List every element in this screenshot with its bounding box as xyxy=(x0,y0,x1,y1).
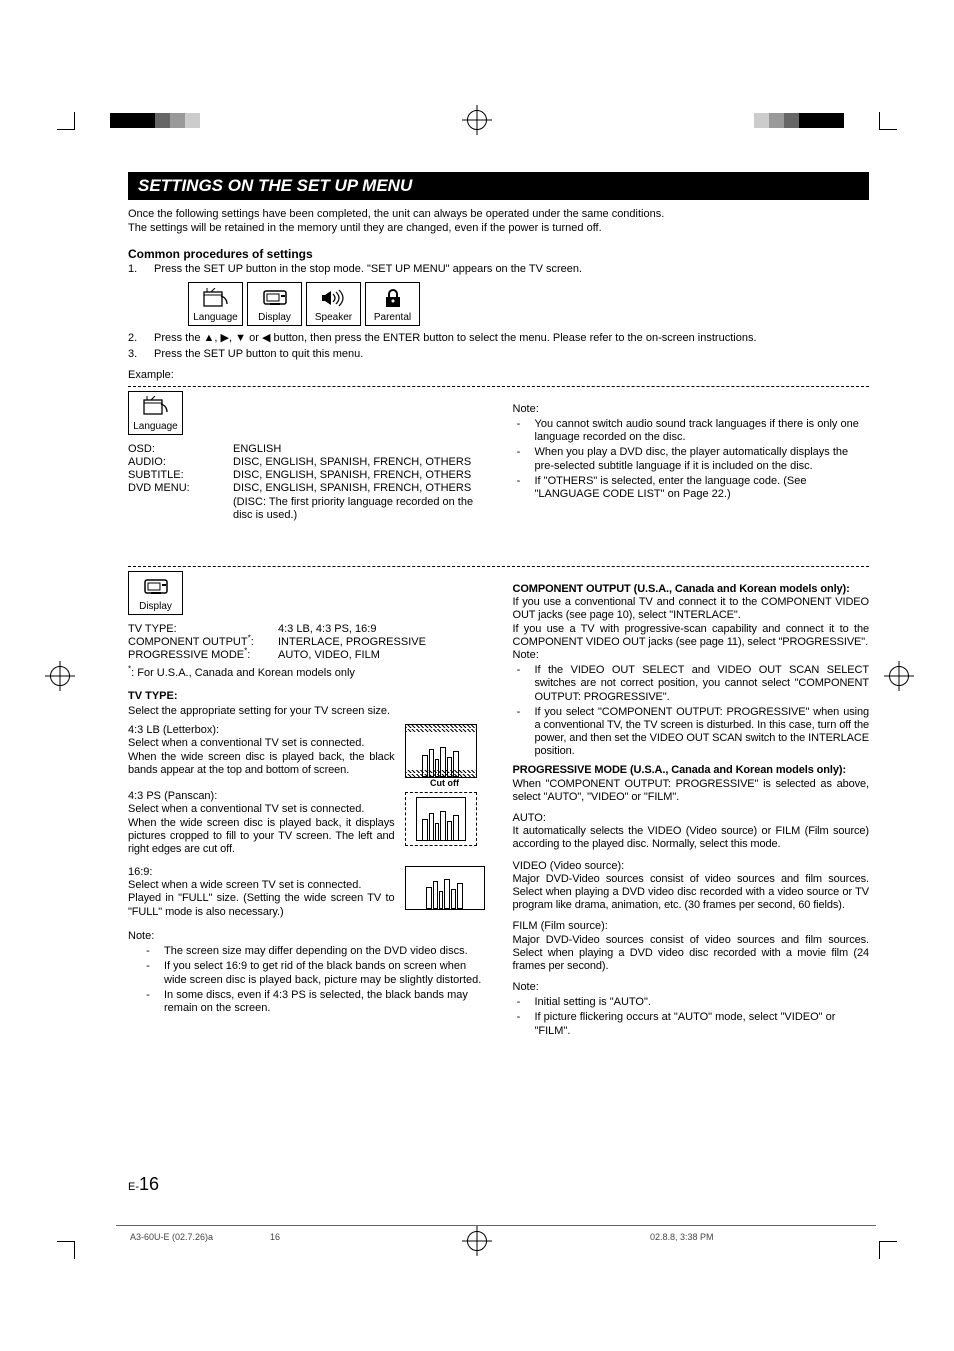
step-item: 1.Press the SET UP button in the stop mo… xyxy=(128,263,869,276)
widescreen-illustration xyxy=(405,866,485,922)
note-item: In some discs, even if 4:3 PS is selecte… xyxy=(164,989,485,1015)
body-text: Major DVD-Video sources consist of video… xyxy=(513,934,870,974)
note-list: The screen size may differ depending on … xyxy=(128,945,485,1015)
kv-row: TV TYPE:4:3 LB, 4:3 PS, 16:9 xyxy=(128,623,485,636)
kv-row: COMPONENT OUTPUT*:INTERLACE, PROGRESSIVE xyxy=(128,636,485,649)
tv-type-subtext: Select the appropriate setting for your … xyxy=(128,705,485,718)
kv-row: PROGRESSIVE MODE*:AUTO, VIDEO, FILM xyxy=(128,649,485,662)
box-label: Language xyxy=(133,421,178,433)
speaker-menu-icon: Speaker xyxy=(306,282,361,326)
panscan-illustration: Cut off xyxy=(405,790,485,846)
display-icon-box: Display xyxy=(128,571,183,615)
note-item: If "OTHERS" is selected, enter the langu… xyxy=(535,475,870,501)
kv-row: OSD:ENGLISH xyxy=(128,443,485,456)
auto-heading: AUTO: xyxy=(513,812,870,825)
tv-type-heading: TV TYPE: xyxy=(128,690,485,703)
note-item: You cannot switch audio sound track lang… xyxy=(535,418,870,444)
body-text: If you use a conventional TV and connect… xyxy=(513,596,870,622)
intro-text: Once the following settings have been co… xyxy=(128,208,869,234)
example-label: Example: xyxy=(128,369,869,382)
menu-label: Language xyxy=(193,312,238,324)
registration-mark-icon xyxy=(467,110,487,130)
video-heading: VIDEO (Video source): xyxy=(513,860,870,873)
note-heading: Note: xyxy=(513,403,870,416)
w169-text: Select when a wide screen TV set is conn… xyxy=(128,879,395,892)
menu-label: Parental xyxy=(374,312,411,324)
kv-row: AUDIO:DISC, ENGLISH, SPANISH, FRENCH, OT… xyxy=(128,456,485,469)
cutoff-label: Cut off xyxy=(405,778,485,789)
progressive-mode-heading: PROGRESSIVE MODE (U.S.A., Canada and Kor… xyxy=(513,764,870,777)
crop-marks-top xyxy=(0,100,954,140)
body-text: It automatically selects the VIDEO (Vide… xyxy=(513,825,870,851)
note-item: If picture flickering occurs at "AUTO" m… xyxy=(535,1011,870,1037)
body-text: Major DVD-Video sources consist of video… xyxy=(513,873,870,913)
registration-mark-icon xyxy=(50,666,70,686)
menu-label: Display xyxy=(258,312,291,324)
page-title: SETTINGS ON THE SET UP MENU xyxy=(128,172,869,200)
menu-label: Speaker xyxy=(315,312,352,324)
note-heading: Note: xyxy=(513,981,870,994)
film-heading: FILM (Film source): xyxy=(513,920,870,933)
ps-text: When the wide screen disc is played back… xyxy=(128,817,395,857)
menu-icons-row: Language Display Speaker Parental xyxy=(188,282,869,326)
intro-line: The settings will be retained in the mem… xyxy=(128,222,869,235)
w169-heading: 16:9: xyxy=(128,866,395,879)
note-item: Initial setting is "AUTO". xyxy=(535,996,651,1009)
note-item: When you play a DVD disc, the player aut… xyxy=(535,446,870,472)
lb-text: When the wide screen disc is played back… xyxy=(128,751,395,777)
note-item: If the VIDEO OUT SELECT and VIDEO OUT SC… xyxy=(535,664,870,704)
dashed-separator xyxy=(128,566,869,567)
note-list: If the VIDEO OUT SELECT and VIDEO OUT SC… xyxy=(513,664,870,758)
parental-menu-icon: Parental xyxy=(365,282,420,326)
ps-text: Select when a conventional TV set is con… xyxy=(128,803,395,816)
registration-mark-icon xyxy=(889,666,909,686)
note-list: Initial setting is "AUTO". If picture fl… xyxy=(513,996,870,1038)
lb-text: Select when a conventional TV set is con… xyxy=(128,737,395,750)
arrow-right-icon: ▶ xyxy=(221,332,229,344)
note-item: The screen size may differ depending on … xyxy=(164,945,468,958)
common-procedures-heading: Common procedures of settings xyxy=(128,247,869,261)
box-label: Display xyxy=(139,601,172,613)
kv-row: DVD MENU:DISC, ENGLISH, SPANISH, FRENCH,… xyxy=(128,482,485,495)
kv-row: SUBTITLE:DISC, ENGLISH, SPANISH, FRENCH,… xyxy=(128,469,485,482)
step-item: 2. Press the ▲, ▶, ▼ or ◀ button, then p… xyxy=(128,332,869,345)
language-menu-icon: Language xyxy=(188,282,243,326)
disc-note: (DISC: The first priority language recor… xyxy=(128,496,485,522)
body-text: When "COMPONENT OUTPUT: PROGRESSIVE" is … xyxy=(513,778,870,804)
note-heading: Note: xyxy=(128,930,485,943)
lb-heading: 4:3 LB (Letterbox): xyxy=(128,724,395,737)
ps-heading: 4:3 PS (Panscan): xyxy=(128,790,395,803)
note-item: If you select 16:9 to get rid of the bla… xyxy=(164,960,485,986)
component-output-heading: COMPONENT OUTPUT (U.S.A., Canada and Kor… xyxy=(513,583,870,596)
w169-text: Played in "FULL" size. (Setting the wide… xyxy=(128,892,395,918)
footnote: *: For U.S.A., Canada and Korean models … xyxy=(128,667,485,680)
letterbox-illustration xyxy=(405,724,485,780)
dashed-separator xyxy=(128,386,869,387)
intro-line: Once the following settings have been co… xyxy=(128,208,869,221)
arrow-up-icon: ▲ xyxy=(204,332,215,344)
display-menu-icon: Display xyxy=(247,282,302,326)
body-text: If you use a TV with progressive-scan ca… xyxy=(513,623,870,649)
crop-marks-bottom xyxy=(0,1231,954,1271)
note-list: You cannot switch audio sound track lang… xyxy=(513,418,870,501)
note-item: If you select "COMPONENT OUTPUT: PROGRES… xyxy=(535,706,870,759)
note-heading: Note: xyxy=(513,649,870,662)
arrow-down-icon: ▼ xyxy=(235,332,246,344)
footer-divider xyxy=(116,1225,876,1226)
step-item: 3.Press the SET UP button to quit this m… xyxy=(128,348,869,361)
page-number: E-16 xyxy=(128,1174,159,1196)
language-icon-box: Language xyxy=(128,391,183,435)
